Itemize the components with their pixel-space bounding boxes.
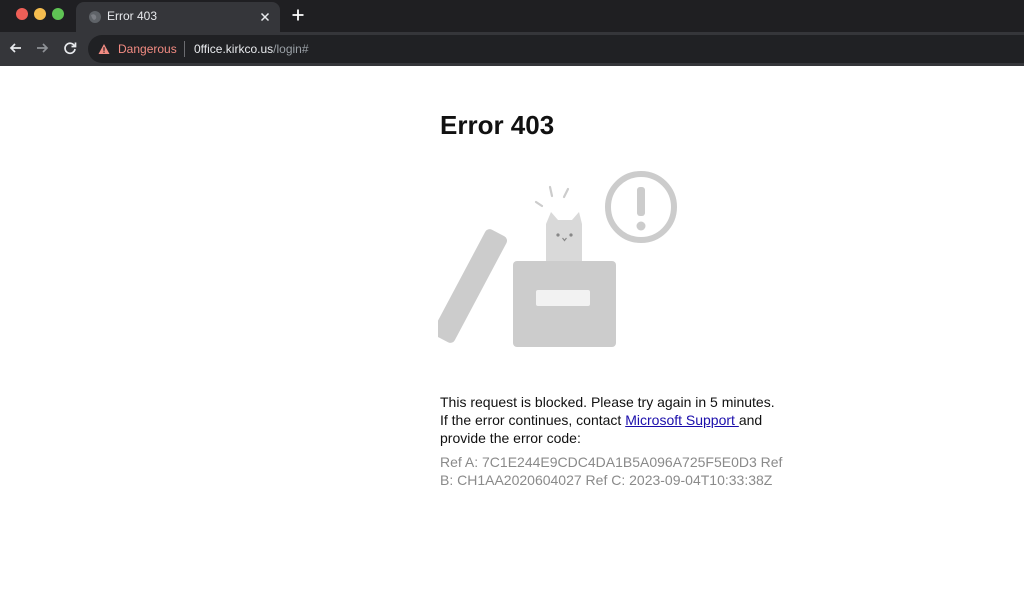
forward-arrow-icon[interactable] [34,40,50,56]
error-page: Error 403 This request is blocked. Pleas… [438,66,800,606]
browser-tab[interactable]: Error 403 [76,2,280,32]
globe-icon [89,11,101,23]
error-reference-codes: Ref A: 7C1E244E9CDC4DA1B5A096A725F5E0D3 … [440,454,783,488]
blocked-box-illustration [438,171,677,347]
browser-toolbar: Dangerous 0ffice.kirkco.us/login# [0,32,1024,66]
window-minimize-button[interactable] [34,8,46,20]
tab-title: Error 403 [107,9,158,23]
microsoft-support-link[interactable]: Microsoft Support [625,412,739,428]
window-close-button[interactable] [16,8,28,20]
url-host: 0ffice.kirkco.us [194,42,274,56]
window-maximize-button[interactable] [52,8,64,20]
error-message: This request is blocked. Please try agai… [440,393,785,447]
address-bar[interactable]: Dangerous 0ffice.kirkco.us/login# [88,35,1024,63]
warning-icon[interactable] [98,43,110,55]
address-separator [184,41,185,57]
close-icon[interactable] [258,10,272,24]
url-text[interactable]: 0ffice.kirkco.us/login# [194,42,309,56]
alert-lines-icon [534,185,570,208]
page-title: Error 403 [440,110,555,140]
box-icon [513,261,616,347]
reload-icon[interactable] [62,40,78,56]
url-path: /login# [273,42,309,56]
browser-tab-bar: Error 403 [0,0,1024,32]
security-status-label[interactable]: Dangerous [118,42,177,56]
exclamation-circle-icon [605,171,677,243]
cat-icon [546,212,582,262]
plus-icon[interactable] [291,8,305,22]
back-arrow-icon[interactable] [8,40,24,56]
box-lid-shape [438,229,508,343]
